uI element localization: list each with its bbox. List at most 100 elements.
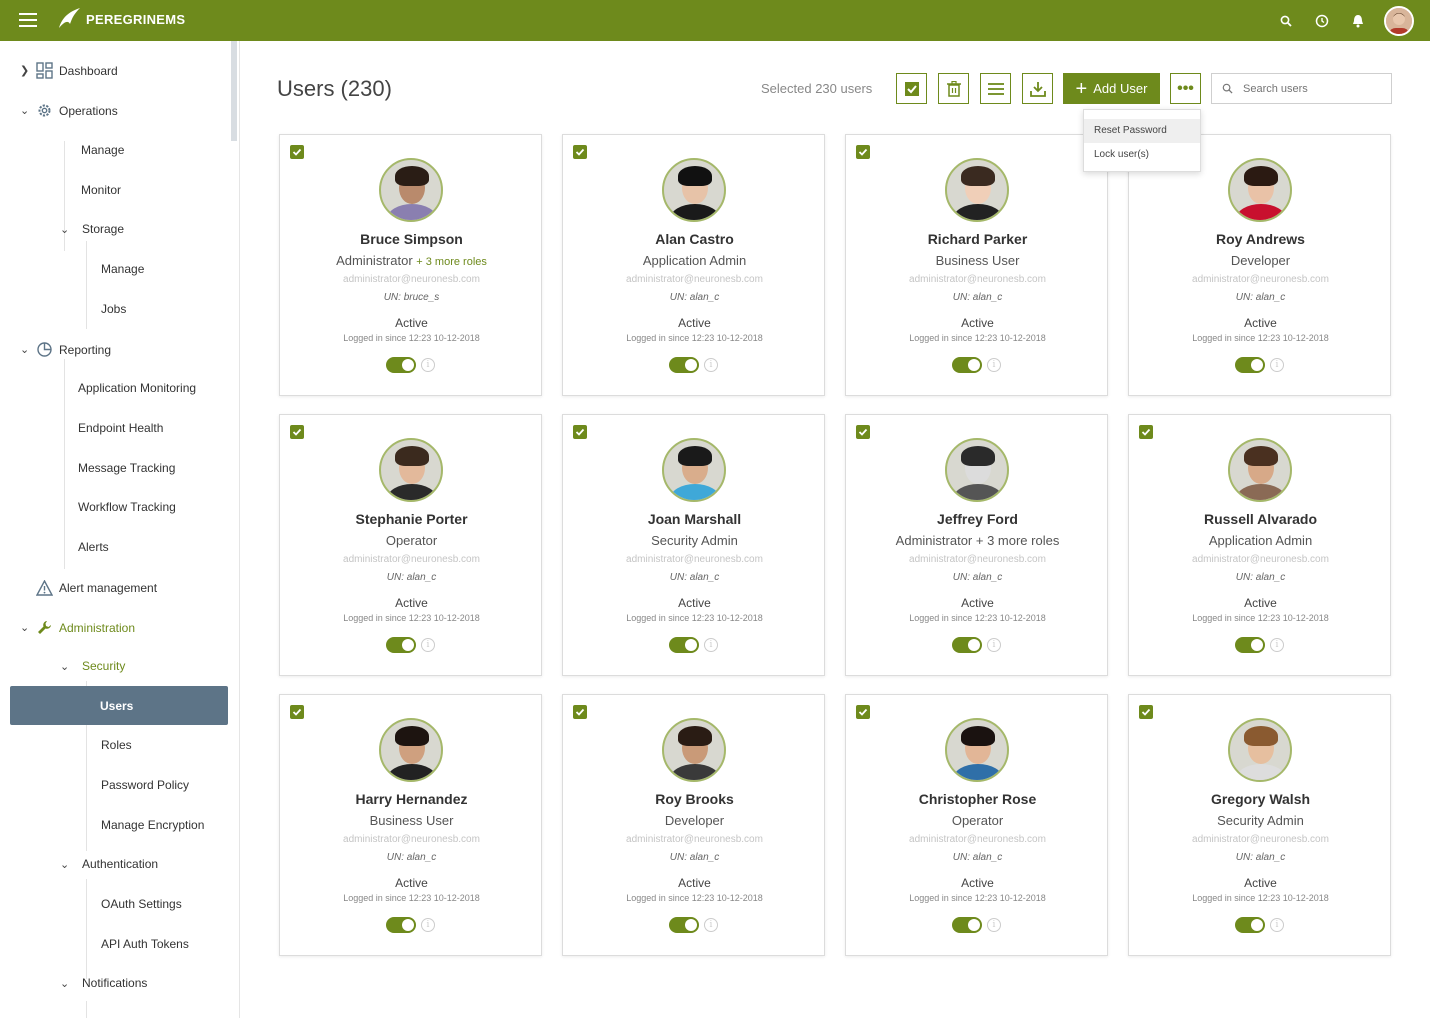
user-enabled-toggle[interactable] [386, 357, 416, 373]
sidebar-item-application-monitoring[interactable]: Application Monitoring [78, 381, 196, 395]
info-icon[interactable]: i [421, 638, 435, 652]
info-icon[interactable]: i [987, 358, 1001, 372]
sidebar-item-operations[interactable]: ⌄ Operations [20, 102, 118, 119]
add-user-button[interactable]: + Add User [1063, 73, 1160, 104]
card-checkbox[interactable] [1139, 705, 1153, 719]
user-username: UN: alan_c [669, 572, 720, 583]
sidebar-item-alert-management[interactable]: Alert management [36, 580, 157, 596]
sidebar-item-storage-manage[interactable]: Manage [101, 262, 144, 276]
user-card[interactable]: Harry Hernandez Business User administra… [279, 694, 542, 956]
user-card[interactable]: Stephanie Porter Operator administrator@… [279, 414, 542, 676]
sidebar-item-alerts[interactable]: Alerts [78, 540, 109, 554]
user-login-time: Logged in since 12:23 10-12-2018 [626, 333, 763, 343]
sidebar-item-storage[interactable]: ⌄ Storage [60, 222, 124, 236]
lock-users-option[interactable]: Lock user(s) [1084, 143, 1200, 167]
user-email: administrator@neuronesb.com [1192, 554, 1329, 565]
info-icon[interactable]: i [421, 358, 435, 372]
user-enabled-toggle[interactable] [1235, 357, 1265, 373]
sidebar-item-dashboard[interactable]: ❯ Dashboard [20, 62, 118, 79]
card-checkbox[interactable] [573, 145, 587, 159]
user-enabled-toggle[interactable] [1235, 637, 1265, 653]
user-card[interactable]: Bruce Simpson Administrator + 3 more rol… [279, 134, 542, 396]
search-icon [1222, 83, 1233, 94]
card-checkbox[interactable] [290, 145, 304, 159]
bell-icon[interactable] [1340, 0, 1376, 41]
user-enabled-toggle[interactable] [669, 637, 699, 653]
sidebar-item-authentication[interactable]: ⌄ Authentication [60, 857, 158, 871]
reset-password-option[interactable]: Reset Password [1084, 119, 1200, 143]
user-card[interactable]: Alan Castro Application Admin administra… [562, 134, 825, 396]
info-icon[interactable]: i [704, 918, 718, 932]
info-icon[interactable]: i [421, 918, 435, 932]
sidebar-scrollbar[interactable] [231, 41, 237, 141]
sidebar-item-api-auth-tokens[interactable]: API Auth Tokens [101, 937, 189, 951]
card-checkbox[interactable] [573, 705, 587, 719]
list-view-button[interactable] [980, 73, 1011, 104]
user-enabled-toggle[interactable] [1235, 917, 1265, 933]
info-icon[interactable]: i [1270, 918, 1284, 932]
sidebar-item-jobs[interactable]: Jobs [101, 302, 126, 316]
sidebar-item-manage-encryption[interactable]: Manage Encryption [101, 818, 204, 832]
info-icon[interactable]: i [987, 638, 1001, 652]
select-all-button[interactable] [896, 73, 927, 104]
sidebar-item-notifications[interactable]: ⌄ Notifications [60, 976, 147, 990]
user-enabled-toggle[interactable] [952, 917, 982, 933]
sidebar-item-roles[interactable]: Roles [101, 738, 132, 752]
user-enabled-toggle[interactable] [669, 357, 699, 373]
user-card[interactable]: Jeffrey Ford Administrator + 3 more role… [845, 414, 1108, 676]
user-role-text: Operator [951, 813, 1004, 828]
info-icon[interactable]: i [704, 358, 718, 372]
sidebar-item-security[interactable]: ⌄ Security [60, 659, 125, 673]
sidebar-item-administration[interactable]: ⌄ Administration [20, 619, 135, 636]
avatar-hair [678, 726, 712, 746]
app-logo[interactable]: PEREGRINEMS [56, 6, 185, 32]
user-card[interactable]: Richard Parker Business User administrat… [845, 134, 1108, 396]
more-actions-button[interactable]: ••• [1170, 73, 1201, 104]
hamburger-menu-icon[interactable] [19, 13, 37, 27]
sidebar-item-monitor[interactable]: Monitor [81, 183, 121, 197]
info-icon[interactable]: i [1270, 638, 1284, 652]
info-icon[interactable]: i [1270, 358, 1284, 372]
sidebar-item-oauth-settings[interactable]: OAuth Settings [101, 897, 182, 911]
sidebar-item-reporting[interactable]: ⌄ Reporting [20, 341, 111, 358]
search-icon[interactable] [1268, 0, 1304, 41]
card-checkbox[interactable] [856, 425, 870, 439]
sidebar-item-password-policy[interactable]: Password Policy [101, 778, 189, 792]
user-avatar[interactable] [1384, 5, 1414, 36]
delete-button[interactable] [938, 73, 969, 104]
user-card[interactable]: Roy Brooks Developer administrator@neuro… [562, 694, 825, 956]
history-icon[interactable] [1304, 0, 1340, 41]
info-icon[interactable]: i [704, 638, 718, 652]
sidebar-item-endpoint-health[interactable]: Endpoint Health [78, 421, 163, 435]
user-enabled-toggle[interactable] [952, 357, 982, 373]
user-enabled-toggle[interactable] [386, 637, 416, 653]
info-icon[interactable]: i [987, 918, 1001, 932]
user-enabled-toggle[interactable] [952, 637, 982, 653]
user-username: UN: alan_c [386, 572, 437, 583]
sidebar-item-users[interactable]: Users [100, 699, 133, 713]
card-checkbox[interactable] [1139, 425, 1153, 439]
user-role-text: Administrator + 3 more roles [895, 533, 1060, 548]
user-card[interactable]: Roy Andrews Developer administrator@neur… [1128, 134, 1391, 396]
card-checkbox[interactable] [856, 705, 870, 719]
user-card[interactable]: Gregory Walsh Security Admin administrat… [1128, 694, 1391, 956]
sidebar-item-workflow-tracking[interactable]: Workflow Tracking [78, 500, 176, 514]
user-card[interactable]: Russell Alvarado Application Admin admin… [1128, 414, 1391, 676]
card-checkbox[interactable] [573, 425, 587, 439]
user-avatar [945, 718, 1009, 782]
user-enabled-toggle[interactable] [669, 917, 699, 933]
user-avatar [945, 438, 1009, 502]
card-checkbox[interactable] [856, 145, 870, 159]
user-card[interactable]: Joan Marshall Security Admin administrat… [562, 414, 825, 676]
card-checkbox[interactable] [290, 425, 304, 439]
download-button[interactable] [1022, 73, 1053, 104]
user-enabled-toggle[interactable] [386, 917, 416, 933]
wrench-icon [38, 621, 51, 634]
search-input[interactable] [1243, 82, 1383, 95]
sidebar-item-operations-manage[interactable]: Manage [81, 143, 124, 157]
more-roles-link[interactable]: + 3 more roles [416, 256, 487, 268]
sidebar-item-message-tracking[interactable]: Message Tracking [78, 461, 175, 475]
card-checkbox[interactable] [290, 705, 304, 719]
user-card[interactable]: Christopher Rose Operator administrator@… [845, 694, 1108, 956]
search-box[interactable] [1211, 73, 1392, 104]
